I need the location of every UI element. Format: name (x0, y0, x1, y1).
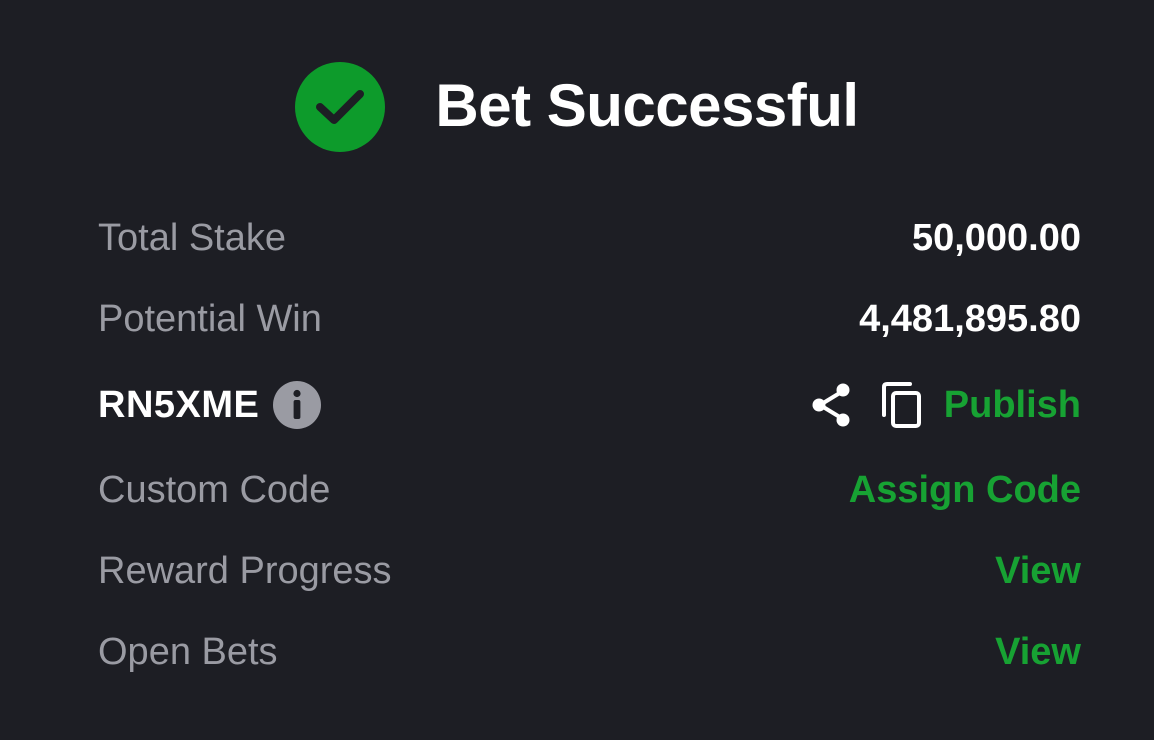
potential-win-value: 4,481,895.80 (859, 298, 1081, 340)
booking-actions: Publish (810, 381, 1081, 429)
reward-progress-row: Reward Progress View (98, 545, 1081, 597)
total-stake-label: Total Stake (98, 217, 286, 259)
total-stake-row: Total Stake 50,000.00 (98, 212, 1081, 264)
check-circle-icon (295, 62, 386, 152)
reward-progress-label: Reward Progress (98, 550, 392, 592)
potential-win-row: Potential Win 4,481,895.80 (98, 293, 1081, 345)
info-icon[interactable] (273, 381, 322, 429)
open-bets-view-button[interactable]: View (995, 633, 1081, 671)
share-icon[interactable] (810, 382, 854, 428)
success-header: Bet Successful (0, 62, 1154, 152)
publish-button[interactable]: Publish (944, 386, 1081, 424)
page-title: Bet Successful (435, 72, 859, 139)
custom-code-row: Custom Code Assign Code (98, 464, 1081, 516)
booking-code-group: RN5XME (98, 381, 322, 429)
open-bets-label: Open Bets (98, 631, 278, 673)
custom-code-label: Custom Code (98, 469, 331, 511)
bet-success-panel: Bet Successful Total Stake 50,000.00 Pot… (0, 0, 1154, 740)
open-bets-row: Open Bets View (98, 626, 1081, 678)
reward-progress-view-button[interactable]: View (995, 552, 1081, 590)
booking-code-row: RN5XME Publish (98, 379, 1081, 431)
booking-code: RN5XME (98, 384, 260, 426)
assign-code-button[interactable]: Assign Code (849, 471, 1081, 509)
total-stake-value: 50,000.00 (911, 217, 1081, 259)
potential-win-label: Potential Win (98, 298, 322, 340)
copy-icon[interactable] (880, 381, 924, 429)
